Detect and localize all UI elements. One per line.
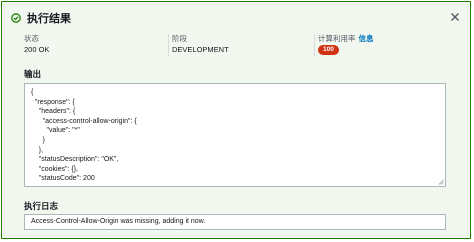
status-value: 200 OK bbox=[24, 45, 50, 54]
log-content: Access-Control-Allow-Origin was missing,… bbox=[31, 218, 206, 225]
stage-value: DEVELOPMENT bbox=[172, 45, 229, 54]
panel-title: 执行结果 bbox=[27, 13, 71, 25]
execution-result-panel: 执行结果 状态 200 OK 阶段 DEVELOPMENT 计算利用率 信息 10… bbox=[1, 1, 471, 239]
usage-label-group: 计算利用率 信息 bbox=[318, 33, 374, 44]
resize-handle-icon[interactable] bbox=[438, 179, 444, 185]
log-title: 执行日志 bbox=[24, 201, 59, 211]
summary-divider bbox=[168, 34, 169, 56]
usage-badge: 100 bbox=[318, 45, 339, 55]
check-circle-icon bbox=[11, 13, 21, 23]
panel-header: 执行结果 bbox=[11, 11, 71, 25]
output-content: { "response": { "headers": { "access-con… bbox=[31, 89, 137, 183]
status-label: 状态 bbox=[24, 34, 39, 43]
usage-info-link[interactable]: 信息 bbox=[359, 34, 374, 43]
usage-label: 计算利用率 bbox=[318, 34, 356, 43]
output-textarea[interactable]: { "response": { "headers": { "access-con… bbox=[24, 83, 446, 187]
summary-divider bbox=[314, 34, 315, 56]
stage-label: 阶段 bbox=[172, 34, 187, 43]
output-title: 输出 bbox=[24, 69, 42, 79]
close-icon[interactable] bbox=[449, 11, 461, 23]
log-textarea[interactable]: Access-Control-Allow-Origin was missing,… bbox=[24, 214, 446, 230]
